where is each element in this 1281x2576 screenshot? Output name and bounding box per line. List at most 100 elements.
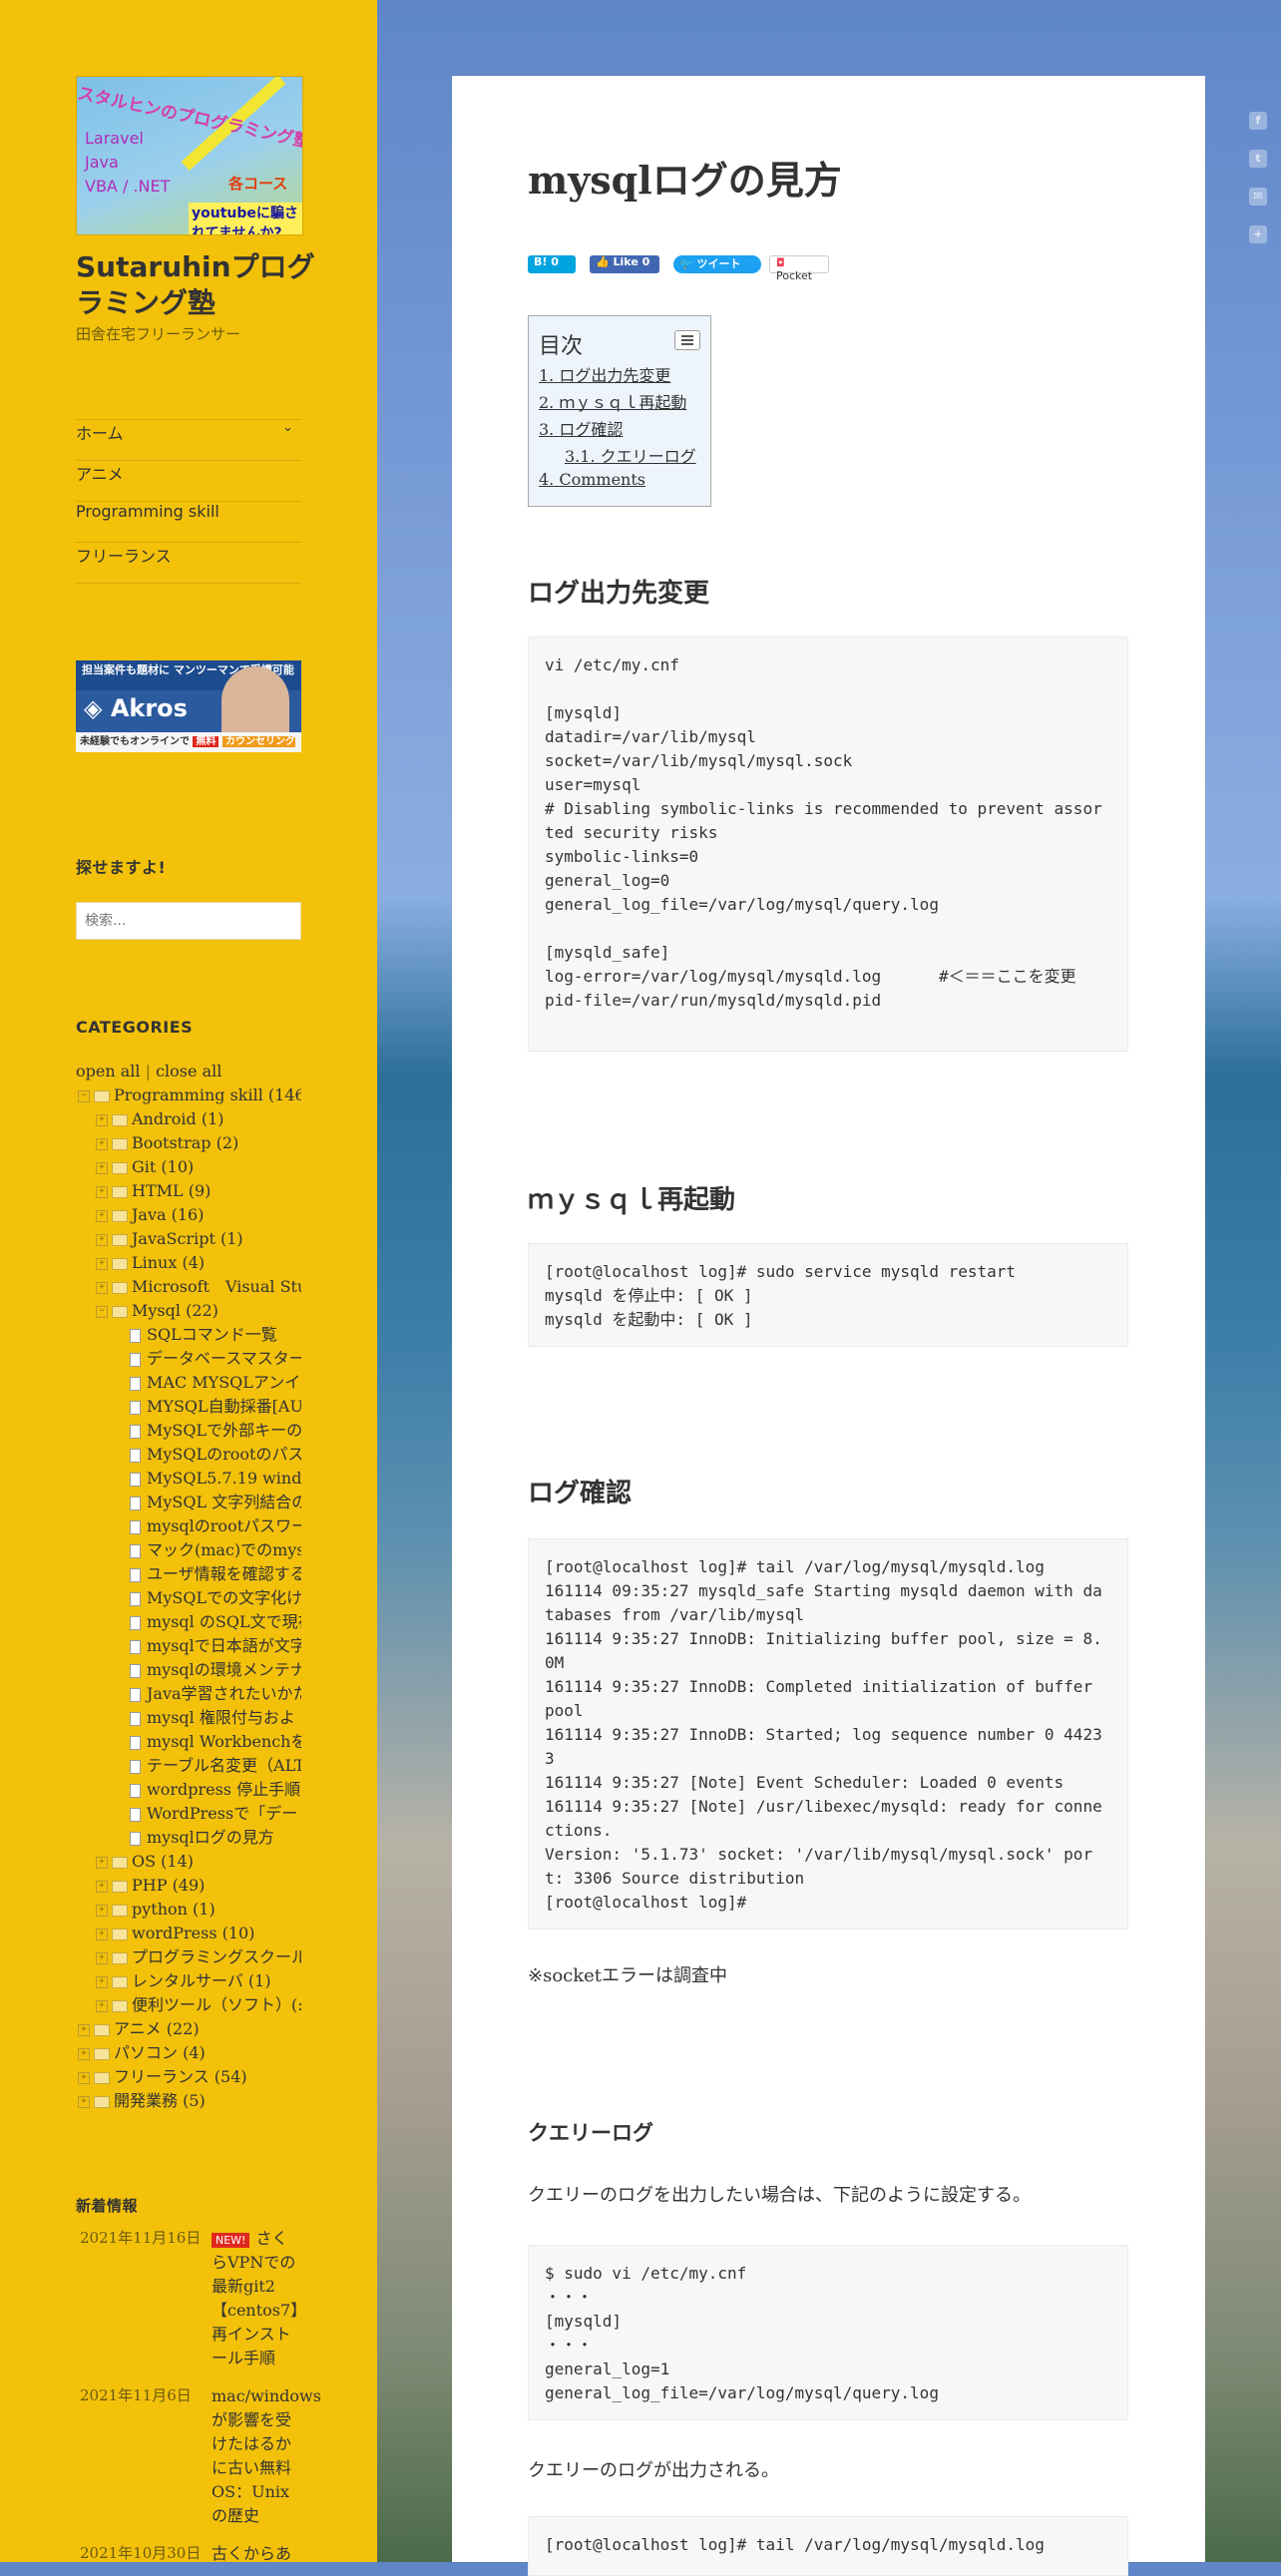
facebook-like-button[interactable]: 👍 Like 0 — [590, 255, 659, 273]
expand-icon[interactable]: + — [96, 1185, 108, 1198]
tree-item-label[interactable]: 開発業務 (5) — [114, 2091, 206, 2110]
tree-item-label[interactable]: プログラミングスクール — [132, 1947, 301, 1966]
tree-folder-item[interactable]: − Programming skill (146) — [76, 1083, 301, 1107]
mail-icon[interactable]: ✉ — [1249, 188, 1267, 206]
tree-item-label[interactable]: Java (16) — [132, 1205, 204, 1224]
tree-item-label[interactable]: mysql 権限付与およ — [147, 1708, 295, 1727]
facebook-icon[interactable]: f — [1249, 112, 1267, 130]
tree-page-item[interactable]: mysql Workbenchを — [76, 1730, 301, 1754]
site-logo-banner[interactable]: スタルヒンのプログラミング塾 Laravel Java VBA / .NET 各… — [76, 76, 303, 235]
tree-page-item[interactable]: mysqlのrootパスワー — [76, 1514, 301, 1538]
toc-item[interactable]: 1. ログ出力先変更 — [539, 362, 670, 386]
tree-page-item[interactable]: MySQLでの文字化け — [76, 1586, 301, 1610]
tree-item-label[interactable]: Git (10) — [132, 1157, 194, 1176]
expand-icon[interactable]: + — [96, 1975, 108, 1988]
expand-icon[interactable]: + — [78, 2095, 90, 2108]
tree-item-label[interactable]: Linux (4) — [132, 1253, 205, 1272]
tree-folder-item[interactable]: + Git (10) — [76, 1155, 301, 1179]
tree-folder-item[interactable]: + HTML (9) — [76, 1179, 301, 1203]
toc-item[interactable]: 2. ｍｙｓｑｌ再起動 — [539, 389, 686, 413]
tree-item-label[interactable]: HTML (9) — [132, 1181, 211, 1200]
expand-icon[interactable]: + — [78, 2071, 90, 2084]
news-item[interactable]: 2021年11月6日 mac/windowsが影響を受けたはるかに古い無料OS：… — [76, 2384, 321, 2534]
expand-icon[interactable]: + — [96, 1257, 108, 1270]
tree-item-label[interactable]: WordPressで「デー — [147, 1804, 297, 1823]
tree-folder-item[interactable]: + Linux (4) — [76, 1251, 301, 1275]
tree-page-item[interactable]: mysqlの環境メンテナ — [76, 1658, 301, 1682]
expand-icon[interactable]: + — [96, 1113, 108, 1126]
expand-icon[interactable]: + — [78, 2023, 90, 2036]
pocket-button[interactable]: ◘ Pocket — [769, 255, 829, 282]
news-title[interactable]: さくらVPNでの最新git2【centos7】再インストール手順 — [212, 2229, 298, 2367]
expand-icon[interactable]: + — [78, 2047, 90, 2060]
tree-item-label[interactable]: Java学習されたいかた — [147, 1684, 301, 1703]
tree-folder-item[interactable]: + Bootstrap (2) — [76, 1131, 301, 1155]
tree-page-item[interactable]: MAC MYSQLアンイン — [76, 1371, 301, 1395]
tree-item-label[interactable]: テーブル名変更（ALT — [147, 1756, 301, 1775]
toc-item[interactable]: 3. ログ確認 — [539, 416, 623, 440]
tree-folder-item[interactable]: + パソコン (4) — [76, 2041, 301, 2065]
expand-icon[interactable]: + — [96, 1951, 108, 1964]
news-title[interactable]: 古くからあ — [212, 2542, 301, 2566]
tree-page-item[interactable]: WordPressで「デー — [76, 1802, 301, 1826]
collapse-icon[interactable]: − — [96, 1305, 108, 1318]
tree-page-item[interactable]: MySQL 文字列結合の — [76, 1491, 301, 1514]
tree-folder-item[interactable]: + レンタルサーバ (1) — [76, 1969, 301, 1993]
toc-item[interactable]: 4. Comments — [539, 470, 645, 489]
chevron-down-icon[interactable]: ⌄ — [282, 420, 293, 435]
tree-item-label[interactable]: mysqlで日本語が文字 — [147, 1636, 301, 1655]
expand-icon[interactable]: + — [96, 1928, 108, 1940]
tree-folder-item[interactable]: + フリーランス (54) — [76, 2065, 301, 2089]
tree-item-label[interactable]: MYSQL自動採番[AUT — [147, 1397, 301, 1416]
akros-ad-banner[interactable]: 担当案件も題材に マンツーマンで受講可能 ◈ Akros 未経験でもオンラインで… — [76, 660, 301, 752]
twitter-icon[interactable]: t — [1249, 150, 1267, 168]
tree-item-label[interactable]: PHP (49) — [132, 1876, 205, 1895]
news-title[interactable]: mac/windowsが影響を受けたはるかに古い無料OS：Unixの歴史 — [212, 2384, 321, 2528]
tree-page-item[interactable]: mysqlで日本語が文字 — [76, 1634, 301, 1658]
tree-item-label[interactable]: ユーザ情報を確認する — [147, 1564, 301, 1583]
news-item[interactable]: 2021年10月30日 古くからあ — [76, 2542, 301, 2572]
tree-item-label[interactable]: フリーランス (54) — [114, 2067, 247, 2086]
tree-folder-item[interactable]: + OS (14) — [76, 1850, 301, 1874]
tree-item-label[interactable]: Programming skill (146) — [114, 1085, 301, 1104]
plus-icon[interactable]: + — [1249, 225, 1267, 243]
nav-item-home[interactable]: ホーム ⌄ — [76, 420, 301, 461]
collapse-icon[interactable]: − — [78, 1089, 90, 1102]
tree-item-label[interactable]: mysql Workbenchを — [147, 1732, 301, 1751]
tree-item-label[interactable]: JavaScript (1) — [132, 1229, 243, 1248]
tree-item-label[interactable]: データベースマスター — [147, 1349, 301, 1368]
tree-item-label[interactable]: mysqlログの見方 — [147, 1828, 274, 1847]
tree-folder-item[interactable]: + PHP (49) — [76, 1874, 301, 1898]
tree-folder-item[interactable]: + プログラミングスクール — [76, 1945, 301, 1969]
search-input[interactable] — [76, 902, 301, 940]
tree-folder-item[interactable]: + Microsoft Visual Studi — [76, 1275, 301, 1299]
news-title-wrap[interactable]: NEW! さくらVPNでの最新git2【centos7】再インストール手順 — [212, 2227, 301, 2370]
expand-icon[interactable]: + — [96, 1209, 108, 1222]
news-item[interactable]: 2021年11月16日 NEW! さくらVPNでの最新git2【centos7】再… — [76, 2227, 301, 2376]
tree-page-item[interactable]: SQLコマンド一覧 — [76, 1323, 301, 1347]
tree-item-label[interactable]: python (1) — [132, 1900, 215, 1919]
expand-icon[interactable]: + — [96, 1856, 108, 1869]
tree-item-label[interactable]: MySQLで外部キーの — [147, 1421, 301, 1440]
tree-folder-item[interactable]: + アニメ (22) — [76, 2017, 301, 2041]
expand-icon[interactable]: + — [96, 1137, 108, 1150]
tree-page-item[interactable]: MYSQL自動採番[AUT — [76, 1395, 301, 1419]
expand-icon[interactable]: + — [96, 1880, 108, 1893]
tree-page-item[interactable]: mysql 権限付与およ — [76, 1706, 301, 1730]
tree-item-label[interactable]: Microsoft Visual Studi — [132, 1277, 301, 1296]
tree-item-label[interactable]: OS (14) — [132, 1852, 194, 1871]
nav-item-programming[interactable]: Programming skill — [76, 502, 301, 543]
tree-page-item[interactable]: マック(mac)でのmys — [76, 1538, 301, 1562]
tree-item-label[interactable]: MAC MYSQLアンイン — [147, 1373, 301, 1392]
tree-page-item[interactable]: テーブル名変更（ALT — [76, 1754, 301, 1778]
tree-item-label[interactable]: MySQLのrootのパス — [147, 1445, 301, 1464]
tree-folder-item[interactable]: + JavaScript (1) — [76, 1227, 301, 1251]
tree-page-item[interactable]: MySQL5.7.19 window — [76, 1467, 301, 1491]
tree-item-label[interactable]: SQLコマンド一覧 — [147, 1325, 277, 1344]
tree-folder-item[interactable]: + Android (1) — [76, 1107, 301, 1131]
toc-item[interactable]: 3.1. クエリーログ — [565, 443, 696, 467]
tree-item-label[interactable]: レンタルサーバ (1) — [132, 1971, 271, 1990]
expand-icon[interactable]: + — [96, 1281, 108, 1294]
tree-page-item[interactable]: wordpress 停止手順 — [76, 1778, 301, 1802]
tree-item-label[interactable]: Mysql (22) — [132, 1301, 218, 1320]
